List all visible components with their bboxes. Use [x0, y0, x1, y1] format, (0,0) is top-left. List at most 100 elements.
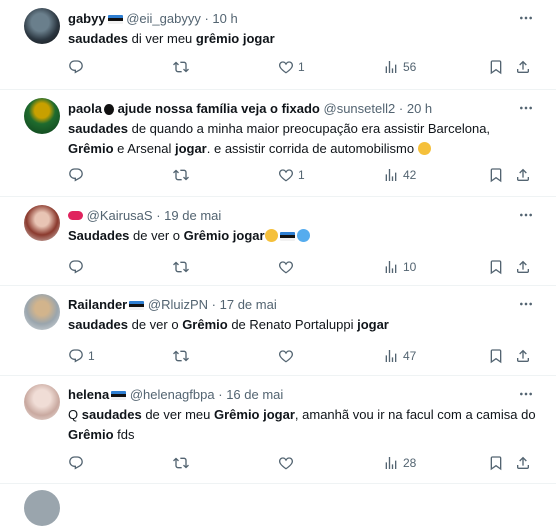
retweet-button[interactable] [173, 58, 189, 76]
more-icon[interactable] [518, 296, 534, 312]
highlighted-keyword: jogar [174, 141, 207, 156]
share-icon [515, 59, 531, 75]
tweet-text: Q saudades de ver meu Grêmio jogar, aman… [68, 405, 538, 445]
timestamp[interactable]: 17 de mai [220, 297, 277, 312]
tweet-text-segment: de ver o [127, 317, 183, 332]
reply-icon [68, 259, 84, 275]
reply-button[interactable] [68, 454, 84, 472]
views-button[interactable]: 42 [383, 166, 416, 184]
avatar[interactable] [24, 98, 60, 134]
display-name[interactable]: helena [68, 387, 109, 402]
like-button[interactable] [278, 454, 298, 472]
share-button[interactable] [515, 454, 531, 472]
reply-button[interactable] [68, 58, 84, 76]
views-button[interactable]: 47 [383, 347, 416, 365]
reply-button[interactable] [68, 258, 84, 276]
bookmark-button[interactable] [488, 166, 504, 184]
tweet-text-segment: Q [68, 407, 82, 422]
handle[interactable]: @KairusaS [87, 208, 153, 223]
retweet-icon [173, 167, 189, 183]
views-icon [383, 59, 399, 75]
more-icon[interactable] [518, 10, 534, 26]
display-name[interactable]: Railander [68, 297, 127, 312]
tweet[interactable]: @KairusaS · 19 de mai Saudades de ver o … [0, 197, 556, 286]
like-count: 1 [298, 168, 305, 182]
like-icon [278, 167, 294, 183]
display-name[interactable]: gabyy [68, 11, 106, 26]
like-icon [278, 455, 294, 471]
share-button[interactable] [515, 347, 531, 365]
like-icon [278, 59, 294, 75]
retweet-icon [173, 59, 189, 75]
reply-icon [68, 348, 84, 364]
share-button[interactable] [515, 166, 531, 184]
more-icon[interactable] [518, 386, 534, 402]
like-button[interactable]: 1 [278, 58, 305, 76]
separator-dot: · [156, 208, 161, 223]
reply-button[interactable]: 1 [68, 347, 95, 365]
avatar[interactable] [24, 8, 60, 44]
highlighted-keyword: Grêmio [182, 317, 228, 332]
retweet-button[interactable] [173, 454, 189, 472]
retweet-button[interactable] [173, 258, 189, 276]
estonia-flag-icon [107, 15, 123, 24]
action-bar: 1 56 [68, 58, 538, 76]
estonia-flag-icon [279, 232, 295, 241]
tweet[interactable]: helena @helenagfbpa · 16 de mai Q saudad… [0, 376, 556, 484]
highlighted-keyword: Grêmio [183, 228, 230, 243]
handle[interactable]: @eii_gabyyy [126, 11, 201, 26]
tweet-header: helena @helenagfbpa · 16 de mai [68, 386, 283, 403]
display-name[interactable] [68, 208, 83, 223]
avatar[interactable] [24, 294, 60, 330]
tweet[interactable]: paola ajude nossa família veja o fixado … [0, 90, 556, 197]
like-button[interactable] [278, 347, 294, 365]
bookmark-button[interactable] [488, 58, 504, 76]
highlighted-keyword: jogar [242, 31, 275, 46]
tweet-header: gabyy @eii_gabyyy · 10 h [68, 10, 238, 27]
reply-button[interactable] [68, 166, 84, 184]
avatar[interactable] [24, 205, 60, 241]
timestamp[interactable]: 16 de mai [226, 387, 283, 402]
retweet-button[interactable] [173, 166, 189, 184]
highlighted-keyword: Grêmio [68, 141, 114, 156]
handle[interactable]: @sunsetell2 [324, 101, 396, 116]
reply-count: 1 [88, 349, 95, 363]
highlighted-keyword: jogar [232, 228, 265, 243]
view-count: 47 [403, 349, 417, 363]
like-icon [278, 259, 294, 275]
more-icon[interactable] [518, 207, 534, 223]
avatar[interactable] [24, 384, 60, 420]
timestamp[interactable]: 19 de mai [164, 208, 221, 223]
timestamp[interactable]: 20 h [407, 101, 432, 116]
views-button[interactable]: 56 [383, 58, 416, 76]
like-button[interactable] [278, 258, 298, 276]
share-icon [515, 455, 531, 471]
handle[interactable]: @helenagfbpa [130, 387, 215, 402]
retweet-button[interactable] [173, 347, 189, 365]
tweet[interactable]: gabyy @eii_gabyyy · 10 h saudades di ver… [0, 0, 556, 90]
handle[interactable]: @RluizPN [148, 297, 208, 312]
tweet-text-segment: de Renato Portaluppi [227, 317, 358, 332]
bookmark-button[interactable] [488, 258, 504, 276]
weary-face-emoji-icon [417, 142, 431, 155]
next-tweet-avatar-partial[interactable] [24, 490, 60, 526]
like-button[interactable]: 1 [278, 166, 305, 184]
bookmark-button[interactable] [488, 347, 504, 365]
estonia-flag-icon [129, 301, 145, 310]
views-button[interactable]: 28 [383, 454, 416, 472]
share-button[interactable] [515, 258, 531, 276]
highlighted-keyword: saudades [68, 121, 128, 136]
views-button[interactable]: 10 [383, 258, 416, 276]
more-icon[interactable] [518, 100, 534, 116]
lips-emoji-icon [68, 211, 83, 220]
bookmark-icon [488, 59, 504, 75]
display-name[interactable]: paola ajude nossa família veja o fixado [68, 101, 320, 116]
share-button[interactable] [515, 58, 531, 76]
timestamp[interactable]: 10 h [212, 11, 237, 26]
tweet[interactable]: Railander @RluizPN · 17 de mai saudades … [0, 286, 556, 376]
highlighted-keyword: Grêmio [68, 427, 114, 442]
bookmark-icon [488, 348, 504, 364]
tweet-header: paola ajude nossa família veja o fixado … [68, 100, 432, 117]
tweet-text-segment: de quando a minha maior preocupação era … [127, 121, 491, 136]
bookmark-button[interactable] [488, 454, 504, 472]
